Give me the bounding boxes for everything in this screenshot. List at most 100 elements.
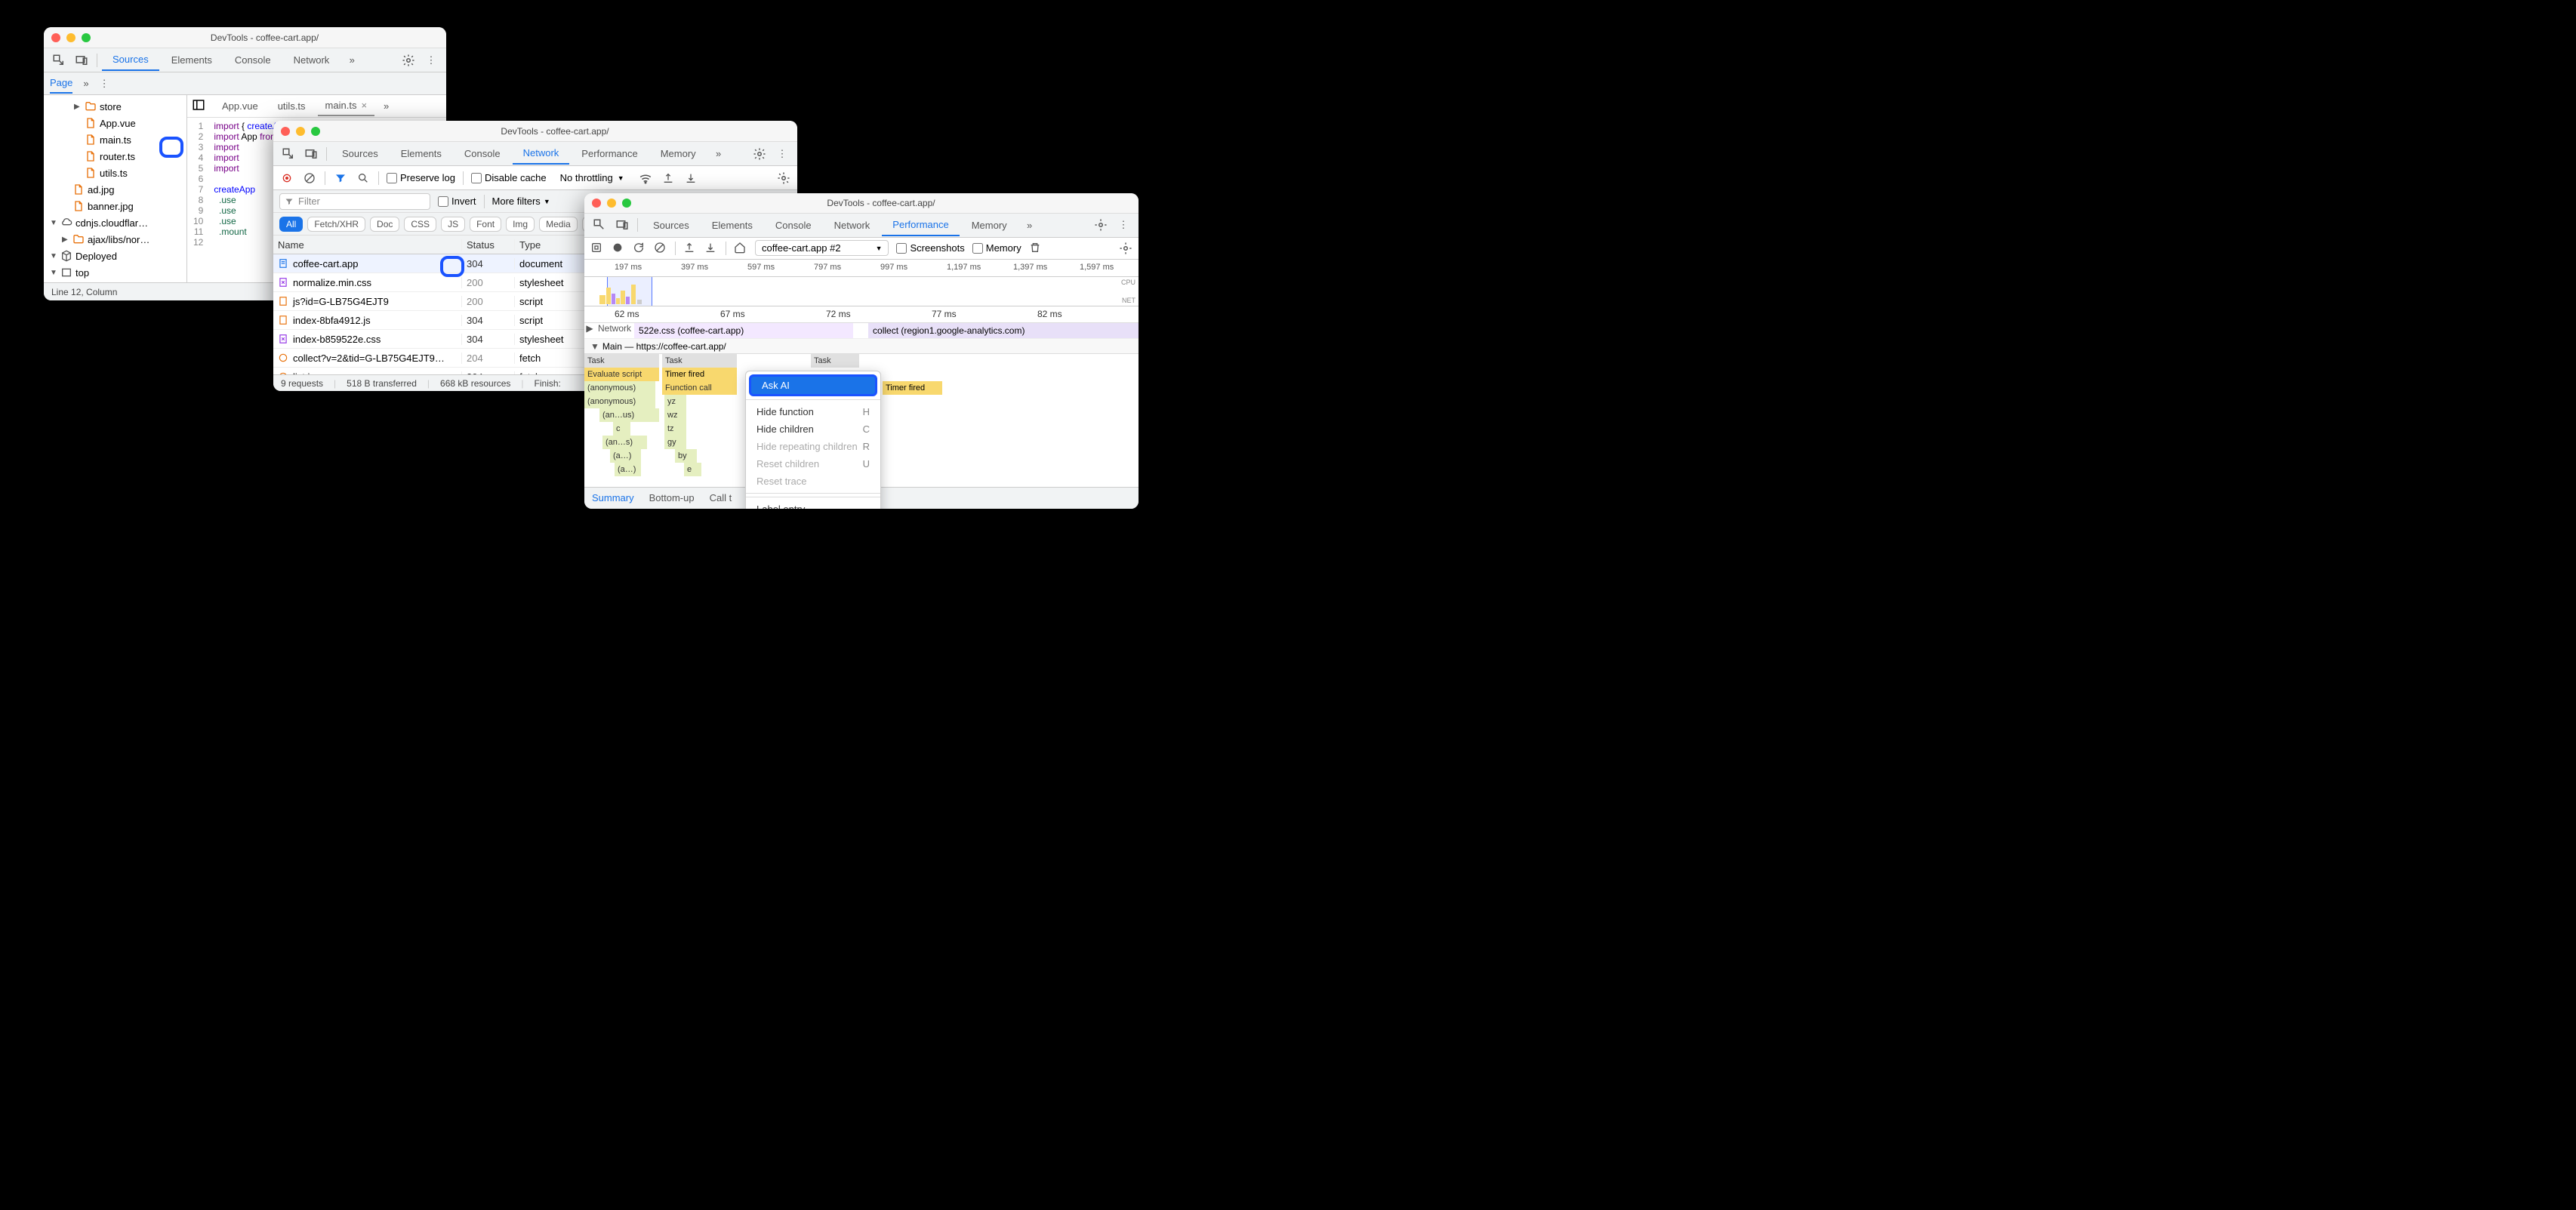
more-tabs-icon[interactable]: » [341, 50, 362, 71]
tab-sources[interactable]: Sources [642, 215, 700, 236]
detail-ruler[interactable]: 62 ms67 ms72 ms77 ms82 ms [584, 306, 1139, 323]
panel-settings-icon[interactable] [776, 171, 791, 186]
minimize-button[interactable] [607, 199, 616, 208]
filter-input[interactable]: Filter [279, 193, 430, 210]
tab-memory[interactable]: Memory [961, 215, 1018, 236]
tree-item[interactable]: ▼top [44, 264, 186, 281]
flame-fn[interactable]: by [675, 449, 698, 463]
flame-fn[interactable]: tz [664, 422, 687, 436]
tab-elements[interactable]: Elements [701, 215, 763, 236]
upload-icon[interactable] [661, 171, 676, 186]
download-icon[interactable] [704, 242, 718, 255]
tab-sources[interactable]: Sources [331, 143, 389, 164]
more-tabs-icon[interactable]: » [708, 143, 729, 165]
tab-network[interactable]: Network [513, 143, 570, 165]
btab-summary[interactable]: Summary [592, 492, 634, 503]
settings-icon[interactable] [398, 50, 419, 71]
more-editor-tabs-icon[interactable]: » [379, 100, 393, 112]
flame-fn[interactable]: (a…) [610, 449, 642, 463]
record-start-icon[interactable] [612, 242, 625, 255]
menu-item-ask-ai[interactable]: Ask AI [749, 374, 877, 396]
show-navigator-icon[interactable] [192, 98, 210, 114]
chip-img[interactable]: Img [506, 217, 535, 232]
minimize-button[interactable] [66, 33, 75, 42]
tab-sources[interactable]: Sources [102, 49, 159, 71]
chip-media[interactable]: Media [539, 217, 578, 232]
flame-fn[interactable]: yz [664, 395, 687, 408]
reload-icon[interactable] [633, 242, 646, 255]
minimize-button[interactable] [296, 127, 305, 136]
settings-icon[interactable] [1090, 214, 1111, 236]
flame-fn[interactable]: (an…us) [599, 408, 660, 422]
btab-bottomup[interactable]: Bottom-up [649, 492, 695, 503]
more-menu-icon[interactable]: ⋮ [772, 143, 793, 165]
more-subtabs-icon[interactable]: » [83, 78, 88, 89]
flame-evaluate-script[interactable]: Evaluate script [584, 368, 660, 381]
flame-anon[interactable]: (anonymous) [584, 381, 656, 395]
tree-item[interactable]: router.ts [44, 148, 186, 165]
device-toolbar-icon[interactable] [300, 143, 322, 165]
chip-doc[interactable]: Doc [370, 217, 399, 232]
tree-item[interactable]: App.vue [44, 115, 186, 131]
memory-checkbox[interactable]: Memory [972, 242, 1021, 254]
menu-item-label-entry[interactable]: Label entry [746, 500, 880, 509]
chip-js[interactable]: JS [441, 217, 465, 232]
chip-fetch/xhr[interactable]: Fetch/XHR [307, 217, 365, 232]
flame-task[interactable]: Task [584, 354, 660, 368]
search-icon[interactable] [356, 171, 371, 186]
chip-all[interactable]: All [279, 217, 303, 232]
flame-fn[interactable]: (a…) [615, 463, 642, 476]
tree-item[interactable]: main.ts [44, 131, 186, 148]
tree-item[interactable]: ▶ajax/libs/nor… [44, 231, 186, 248]
flame-fn[interactable]: wz [664, 408, 687, 422]
throttling-select[interactable]: No throttling▼ [554, 171, 630, 185]
tree-item[interactable]: ▶store [44, 98, 186, 115]
tab-network[interactable]: Network [283, 50, 340, 70]
overview-strip[interactable]: CPU NET [584, 277, 1139, 306]
tree-item[interactable]: ▼Deployed [44, 248, 186, 264]
maximize-button[interactable] [311, 127, 320, 136]
file-tree[interactable]: ▶storeApp.vuemain.tsrouter.tsutils.tsad.… [44, 95, 187, 282]
editor-tab-utils[interactable]: utils.ts [270, 97, 313, 115]
flame-fn[interactable]: e [684, 463, 702, 476]
tab-elements[interactable]: Elements [390, 143, 452, 164]
flame-fn[interactable]: c [613, 422, 631, 436]
inspect-icon[interactable] [278, 143, 299, 165]
tab-elements[interactable]: Elements [161, 50, 223, 70]
main-track-header[interactable]: ▼Main — https://coffee-cart.app/ [584, 339, 1139, 354]
tree-item[interactable]: utils.ts [44, 165, 186, 181]
network-segment-collect[interactable]: collect (region1.google-analytics.com) [868, 323, 1139, 339]
inspect-icon[interactable] [48, 50, 69, 71]
upload-icon[interactable] [683, 242, 697, 255]
close-button[interactable] [281, 127, 290, 136]
context-menu[interactable]: Ask AIHide functionHHide childrenCHide r… [745, 371, 881, 509]
recording-select[interactable]: coffee-cart.app #2▼ [755, 240, 889, 256]
editor-tab-main[interactable]: main.ts× [318, 96, 375, 116]
more-menu-icon[interactable]: ⋮ [1113, 214, 1134, 236]
flame-anon[interactable]: (anonymous) [584, 395, 656, 408]
menu-item-hide-children[interactable]: Hide childrenC [746, 420, 880, 438]
close-tab-icon[interactable]: × [361, 100, 367, 111]
record-icon[interactable] [590, 242, 604, 255]
menu-item-hide-function[interactable]: Hide functionH [746, 403, 880, 420]
tab-performance[interactable]: Performance [882, 214, 959, 236]
tab-memory[interactable]: Memory [650, 143, 707, 164]
invert-checkbox[interactable]: Invert [438, 196, 476, 207]
home-icon[interactable] [734, 242, 747, 255]
device-toolbar-icon[interactable] [71, 50, 92, 71]
flame-fn[interactable]: gy [664, 436, 687, 449]
screenshots-checkbox[interactable]: Screenshots [896, 242, 964, 254]
col-type[interactable]: Type [515, 239, 545, 251]
flame-function-call[interactable]: Function call [662, 381, 738, 395]
clear-icon[interactable] [302, 171, 317, 186]
tab-console[interactable]: Console [454, 143, 511, 164]
col-name[interactable]: Name [273, 239, 462, 251]
close-button[interactable] [592, 199, 601, 208]
col-status[interactable]: Status [462, 239, 515, 251]
btab-calltree[interactable]: Call t [710, 492, 732, 503]
chip-css[interactable]: CSS [404, 217, 436, 232]
tree-item[interactable]: banner.jpg [44, 198, 186, 214]
editor-tab-app[interactable]: App.vue [214, 97, 266, 115]
disable-cache-checkbox[interactable]: Disable cache [471, 172, 547, 183]
subtab-page[interactable]: Page [50, 73, 72, 94]
